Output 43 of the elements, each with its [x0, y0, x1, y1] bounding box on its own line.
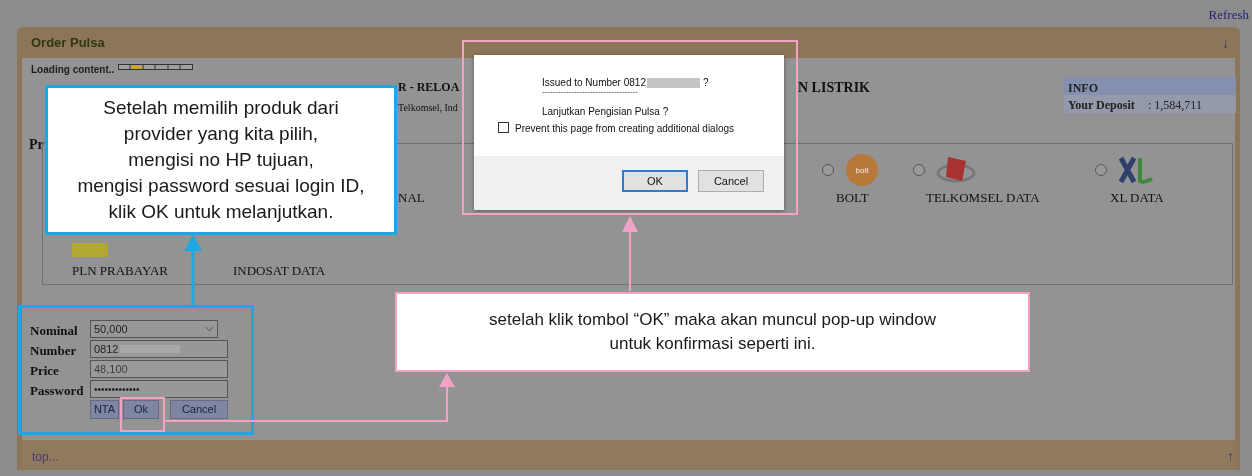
checkbox-label: Prevent this page from creating additional dialogs — [515, 122, 735, 136]
form-button[interactable]: NTA — [90, 400, 119, 419]
dialog-button[interactable]: OK — [622, 170, 688, 192]
refresh-link[interactable]: Refresh — [1208, 5, 1249, 25]
product-label: NAL — [398, 189, 425, 207]
loading-text: Loading content.. — [31, 63, 115, 77]
info-title: INFO — [1068, 80, 1098, 97]
field-label: Price — [30, 362, 59, 380]
input-field[interactable]: ••••••••••••• — [90, 380, 228, 398]
field-label: Nominal — [30, 322, 78, 340]
input-field[interactable]: 0812 — [90, 340, 228, 358]
deposit-label: Your Deposit — [1068, 97, 1135, 114]
redacted-block — [646, 77, 700, 88]
product-label[interactable]: TELKOMSEL DATA — [926, 188, 1040, 208]
page-subheading: Telkomsel, Ind — [398, 101, 458, 115]
product-label[interactable]: PLN PRABAYAR — [72, 261, 168, 281]
nominal-select[interactable]: 50,000 — [90, 320, 218, 338]
field-label: Number — [30, 342, 77, 360]
product-label[interactable]: XL DATA — [1110, 188, 1164, 208]
dialog-message: Issued to Number 0812 — [542, 76, 646, 90]
input-field: 48,100 — [90, 360, 228, 378]
product-label[interactable]: INDOSAT DATA — [233, 261, 326, 281]
logo-icon — [1118, 155, 1154, 185]
callout-text: Setelah memilih produk dari provider yang kita pilih, mengisi no HP tujuan, mengisi password sesuai login ID, klik OK untuk melanjutkan. — [45, 85, 397, 235]
dialog-message: ? — [702, 76, 709, 90]
section-label: Pr — [29, 136, 44, 154]
dialog-button[interactable]: Cancel — [698, 170, 764, 192]
arrow — [183, 235, 203, 305]
dialog-question: Lanjutkan Pengisian Pulsa ? — [542, 105, 669, 119]
form-button[interactable]: Ok — [123, 400, 159, 419]
deposit-value: : 1,584,711 — [1148, 97, 1202, 114]
chevron-down-icon — [205, 326, 214, 332]
page-heading: N LISTRIK — [798, 79, 870, 97]
product-label[interactable]: BOLT — [836, 188, 869, 208]
round-logo-icon: bolt — [845, 153, 879, 187]
panel-title: Order Pulsa — [31, 34, 105, 52]
logo-icon — [72, 243, 108, 257]
callout-text: setelah klik tombol “OK” maka akan muncul pop-up window untuk konfirmasi seperti ini. — [395, 292, 1030, 372]
checkbox[interactable] — [498, 122, 509, 133]
page-heading: R - RELOA — [398, 79, 460, 96]
field-label: Password — [30, 382, 84, 400]
dialog-separator: ------------------------------------ — [542, 88, 638, 96]
form-button[interactable]: Cancel — [170, 400, 228, 419]
